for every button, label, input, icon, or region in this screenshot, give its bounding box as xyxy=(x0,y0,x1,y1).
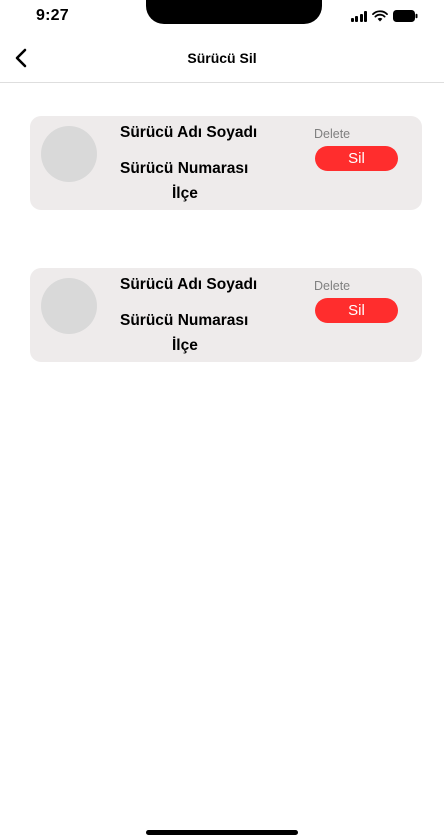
page-title: Sürücü Sil xyxy=(187,50,257,66)
home-indicator xyxy=(146,830,298,835)
navigation-header: Sürücü Sil xyxy=(0,36,444,83)
driver-number: Sürücü Numarası xyxy=(120,312,249,329)
battery-icon xyxy=(393,10,418,22)
status-time: 9:27 xyxy=(36,7,69,24)
driver-district: İlçe xyxy=(172,337,198,354)
device-notch xyxy=(146,0,322,24)
driver-card: Sürücü Adı Soyadı Sürücü Numarası İlçe D… xyxy=(30,116,422,210)
driver-district: İlçe xyxy=(172,185,198,202)
delete-driver-button[interactable]: Sil xyxy=(315,298,398,323)
driver-number: Sürücü Numarası xyxy=(120,160,249,177)
status-icons xyxy=(350,10,419,22)
driver-name: Sürücü Adı Soyadı xyxy=(120,276,258,293)
status-bar: 9:27 xyxy=(0,0,444,36)
delete-caption: Delete xyxy=(314,279,351,293)
driver-avatar xyxy=(41,278,97,334)
wifi-icon xyxy=(372,10,388,22)
delete-caption: Delete xyxy=(314,127,351,141)
driver-name: Sürücü Adı Soyadı xyxy=(120,124,258,141)
driver-avatar xyxy=(41,126,97,182)
signal-icon xyxy=(350,10,367,22)
driver-card: Sürücü Adı Soyadı Sürücü Numarası İlçe D… xyxy=(30,268,422,362)
delete-driver-button[interactable]: Sil xyxy=(315,146,398,171)
